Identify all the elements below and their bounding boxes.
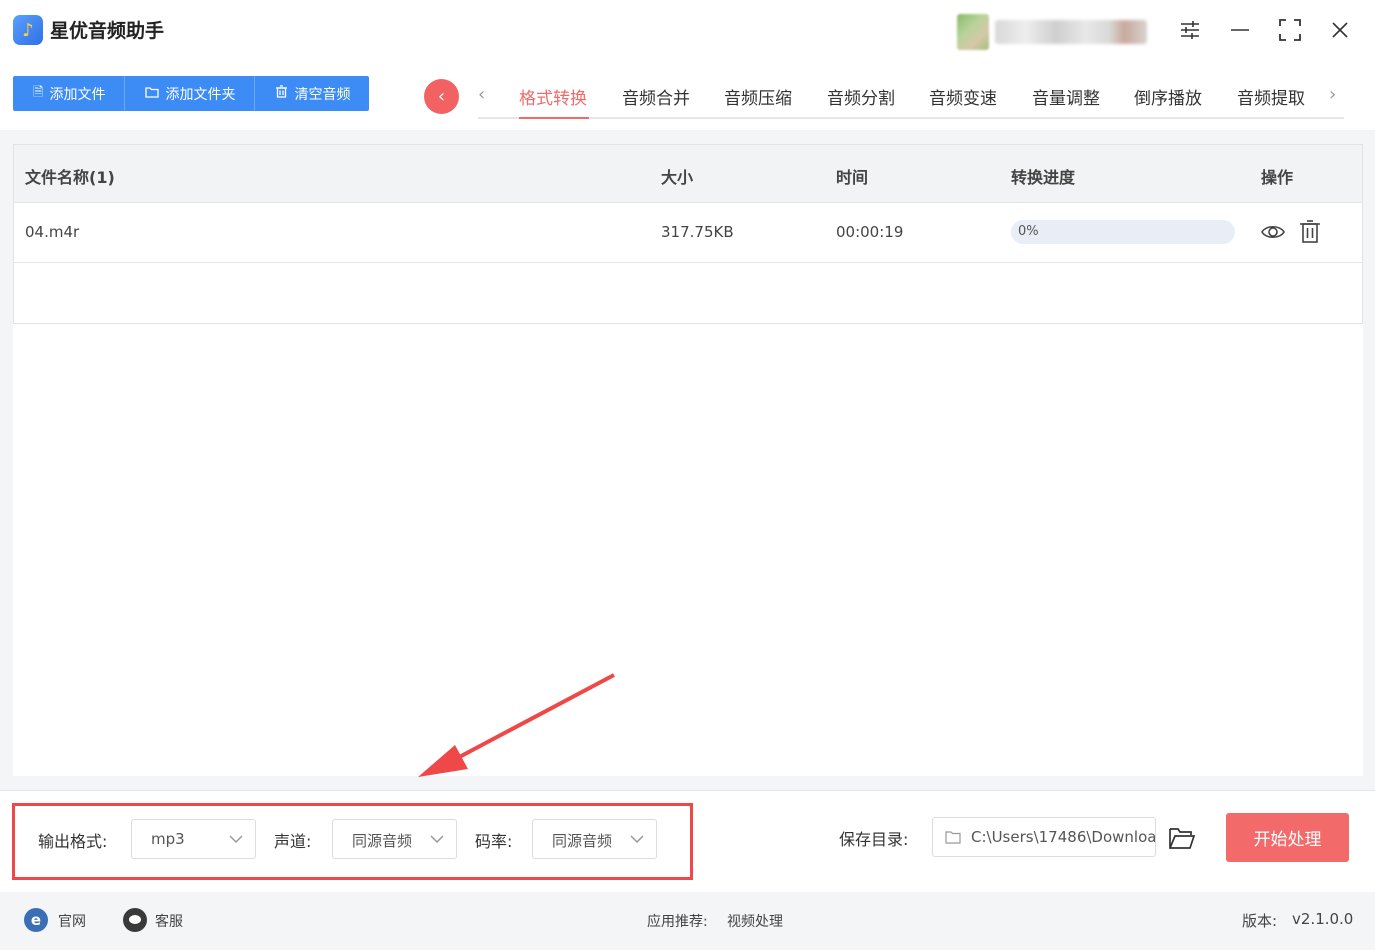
tab-bar: 格式转换 音频合并 音频压缩 音频分割 音频变速 音量调整 倒序播放 音频提取 [478, 72, 1344, 119]
file-table: 文件名称(1) 大小 时间 转换进度 操作 04.m4r 317.75KB 00… [13, 144, 1363, 324]
folder-icon [145, 86, 160, 102]
maximize-icon[interactable] [1276, 16, 1304, 44]
version-label: 版本: [1242, 912, 1278, 930]
tabs-prev-icon[interactable]: ‹ [478, 84, 485, 105]
header-size: 大小 [661, 168, 694, 187]
user-avatar[interactable] [957, 14, 989, 50]
output-format-label: 输出格式: [38, 832, 108, 851]
music-note-icon: ♪ [13, 15, 43, 45]
file-size-cell: 317.75KB [661, 223, 734, 241]
table-row[interactable]: 04.m4r 317.75KB 00:00:19 0% [14, 203, 1362, 263]
recommend-label: 应用推荐: [647, 914, 708, 930]
chevron-left-icon: ‹ [437, 86, 446, 107]
website-link[interactable]: 官网 [58, 911, 86, 931]
save-dir-value: C:\Users\17486\Downloads [971, 828, 1156, 846]
header-progress: 转换进度 [1011, 168, 1076, 187]
output-format-value: mp3 [151, 830, 185, 848]
chat-icon[interactable] [123, 908, 147, 932]
footer: e 官网 客服 应用推荐: 视频处理 版本: v2.1.0.0 [0, 892, 1375, 950]
open-folder-icon[interactable] [1168, 825, 1196, 851]
channel-value: 同源音频 [352, 832, 413, 850]
table-header: 文件名称(1) 大小 时间 转换进度 操作 [14, 145, 1362, 203]
active-tab-indicator [519, 117, 589, 119]
file-name-cell: 04.m4r [25, 223, 80, 241]
channel-label: 声道: [274, 832, 312, 851]
tab-audio-extract[interactable]: 音频提取 [1237, 84, 1305, 109]
sliders-icon[interactable] [1176, 16, 1204, 44]
folder-icon [945, 831, 961, 844]
add-folder-label: 添加文件夹 [165, 86, 236, 103]
file-time-cell: 00:00:19 [836, 223, 904, 241]
svg-text:e: e [31, 911, 41, 929]
user-name-blurred[interactable] [995, 20, 1147, 44]
start-processing-button[interactable]: 开始处理 [1226, 813, 1349, 862]
clear-audio-button[interactable]: 清空音频 [255, 76, 369, 111]
back-button[interactable]: ‹ [424, 79, 459, 114]
recommend-app-link[interactable]: 视频处理 [727, 911, 783, 931]
bitrate-select[interactable]: 同源音频 [532, 819, 657, 859]
eye-icon[interactable] [1260, 219, 1286, 245]
tab-audio-split[interactable]: 音频分割 [827, 84, 895, 109]
add-file-button[interactable]: 🗎 添加文件 [13, 76, 126, 111]
channel-select[interactable]: 同源音频 [332, 819, 457, 859]
tab-audio-merge[interactable]: 音频合并 [622, 84, 690, 109]
chevron-down-icon [630, 835, 644, 844]
app-title: 星优音频助手 [50, 20, 165, 42]
file-icon: 🗎 [33, 84, 44, 100]
trash-icon [275, 85, 288, 102]
title-bar: ♪ 星优音频助手 [0, 0, 1375, 60]
save-dir-input[interactable]: C:\Users\17486\Downloads [932, 817, 1156, 857]
bitrate-label: 码率: [475, 832, 513, 851]
file-toolbar: 🗎 添加文件 添加文件夹 清空音频 [13, 76, 370, 111]
minimize-icon[interactable] [1226, 16, 1254, 44]
delete-icon[interactable] [1297, 219, 1323, 245]
support-link[interactable]: 客服 [155, 911, 183, 931]
tab-audio-compress[interactable]: 音频压缩 [724, 84, 792, 109]
bitrate-value: 同源音频 [552, 832, 613, 850]
version-value: v2.1.0.0 [1292, 910, 1354, 928]
output-format-select[interactable]: mp3 [131, 819, 256, 859]
header-time: 时间 [836, 168, 869, 187]
tab-audio-speed[interactable]: 音频变速 [929, 84, 997, 109]
tab-format-convert[interactable]: 格式转换 [519, 84, 587, 109]
clear-audio-label: 清空音频 [294, 86, 351, 103]
progress-text: 0% [1018, 224, 1039, 239]
tabs-next-icon[interactable]: › [1329, 84, 1336, 105]
header-actions: 操作 [1261, 168, 1294, 187]
tab-volume-adjust[interactable]: 音量调整 [1032, 84, 1100, 109]
close-icon[interactable] [1326, 16, 1354, 44]
conversion-progress-bar: 0% [1011, 220, 1235, 244]
save-dir-label: 保存目录: [839, 830, 909, 849]
ie-icon[interactable]: e [24, 908, 48, 932]
chevron-down-icon [229, 835, 243, 844]
add-file-label: 添加文件 [49, 86, 106, 103]
add-folder-button[interactable]: 添加文件夹 [125, 76, 256, 111]
tab-reverse-play[interactable]: 倒序播放 [1134, 84, 1202, 109]
chevron-down-icon [430, 835, 444, 844]
header-file-name: 文件名称(1) [25, 168, 115, 187]
